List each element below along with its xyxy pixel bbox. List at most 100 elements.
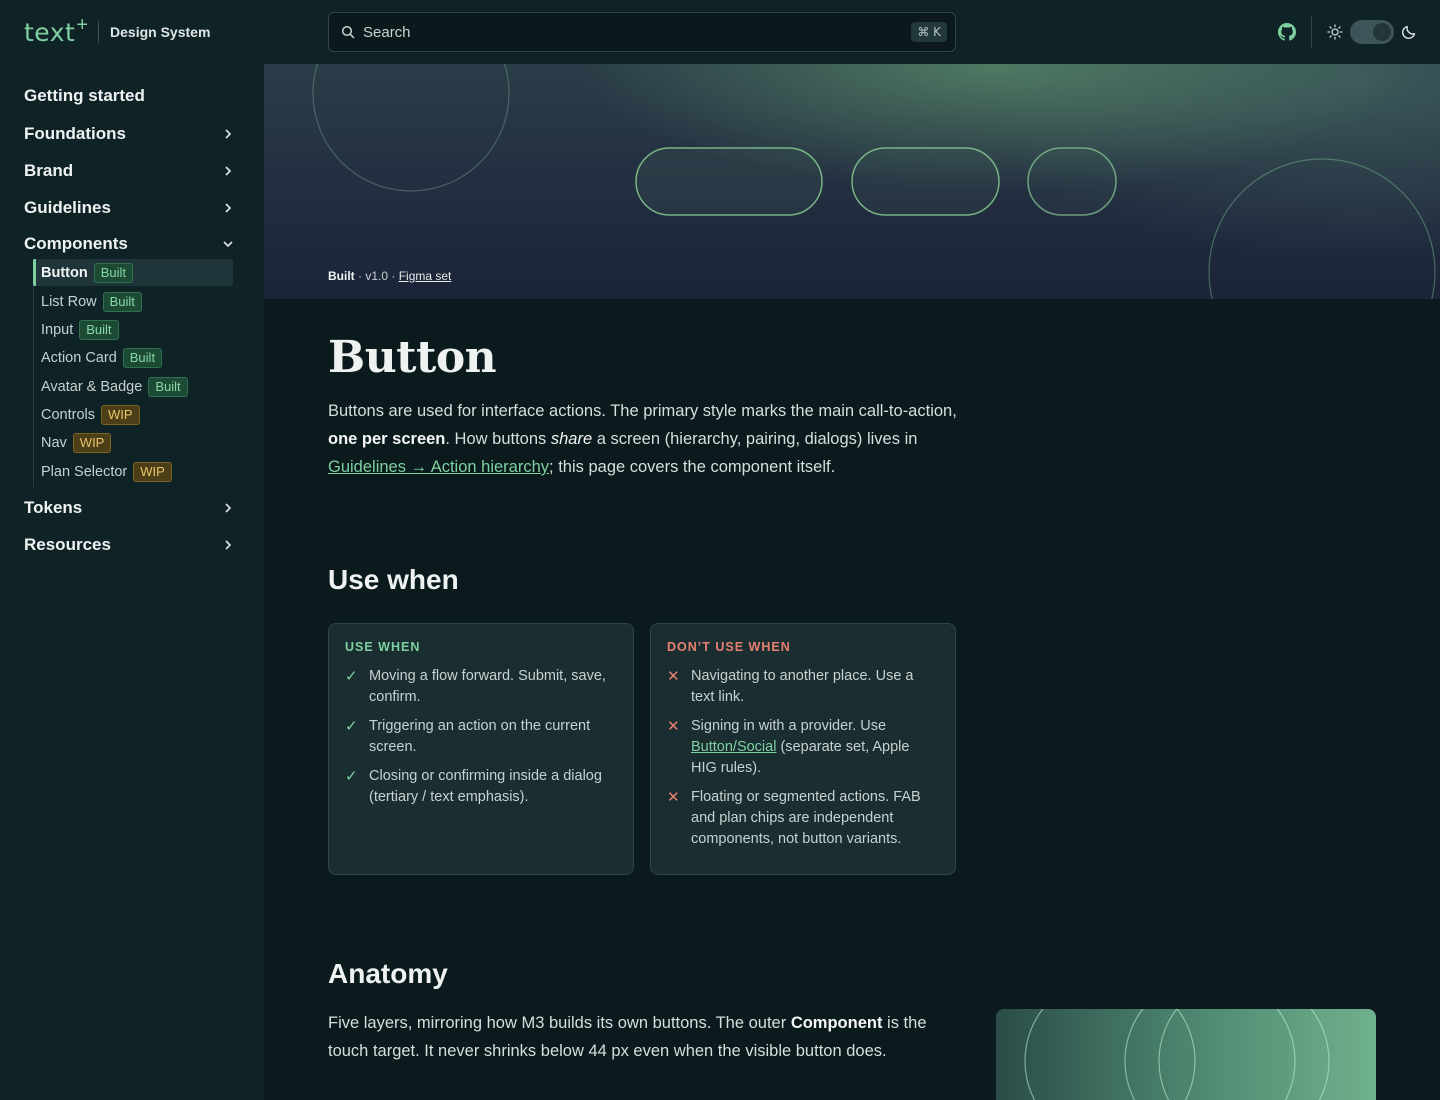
search-icon: [341, 25, 355, 39]
page-title: Button: [328, 332, 497, 383]
github-icon[interactable]: [1276, 20, 1298, 44]
hero-illustration: [312, 64, 1436, 299]
cross-icon: ✕: [667, 668, 680, 685]
list-item-text: Navigating to another place. Use a text …: [691, 668, 914, 705]
intro-text: a screen (hierarchy, pairing, dialogs) l…: [592, 430, 918, 448]
list-item: ✓ Moving a flow forward. Submit, save, c…: [345, 666, 617, 708]
card-heading: DON’T USE WHEN: [667, 640, 791, 654]
logo-subtitle: Design System: [110, 24, 211, 40]
hero-version: v1.0: [365, 269, 389, 283]
sidebar-item-resources[interactable]: Resources: [24, 530, 234, 560]
status-badge: WIP: [101, 404, 140, 425]
anatomy-heading: Anatomy: [328, 958, 448, 989]
sidebar-item-label: Plan Selector: [41, 463, 128, 480]
list-item-text: Triggering an action on the current scre…: [369, 718, 591, 755]
list-item: ✕ Floating or segmented actions. FAB and…: [667, 787, 939, 850]
sidebar-item-tokens[interactable]: Tokens: [24, 493, 234, 523]
status-badge: Built: [93, 262, 133, 283]
search-input[interactable]: [363, 23, 912, 41]
sidebar-item-button[interactable]: Button Built: [33, 259, 233, 286]
theme-toggle-knob: [1373, 23, 1391, 41]
intro-italic: share: [550, 430, 593, 448]
logo-plus: +: [76, 13, 89, 36]
cross-icon: ✕: [667, 789, 680, 806]
status-badge: Built: [148, 376, 188, 397]
sidebar-item-label: Getting started: [24, 86, 145, 105]
hero-banner: Built · v1.0 · Figma set: [264, 64, 1440, 299]
theme-toggle[interactable]: [1350, 20, 1394, 44]
anatomy-text: Five layers, mirroring how M3 builds its…: [328, 1014, 791, 1032]
cross-icon: ✕: [667, 718, 680, 735]
list-item-text: Signing in with a provider. Use Button/S…: [691, 716, 939, 779]
use-when-card: USE WHEN ✓ Moving a flow forward. Submit…: [328, 623, 634, 875]
card-heading: USE WHEN: [345, 640, 421, 654]
hero-separator: ·: [354, 269, 366, 283]
anatomy-illustration: [996, 1009, 1376, 1100]
search-bar[interactable]: ⌘ K: [328, 12, 956, 52]
anatomy-circles: [1024, 1009, 1330, 1100]
sidebar-item-label: Action Card: [41, 349, 117, 366]
logo-text: text: [24, 17, 76, 47]
logo-divider: [98, 21, 100, 43]
sidebar-item-label: Components: [24, 234, 128, 253]
button-social-link[interactable]: Button/Social: [691, 739, 776, 755]
chevron-right-icon: [225, 503, 232, 513]
intro-text: . How buttons: [445, 430, 551, 448]
sidebar-item-nav[interactable]: Nav WIP: [33, 429, 233, 456]
list-item-text: Floating or segmented actions. FAB and p…: [691, 789, 921, 847]
list-item: ✓ Closing or confirming inside a dialog …: [345, 766, 617, 808]
status-badge: WIP: [133, 461, 172, 482]
sidebar-item-action-card[interactable]: Action Card Built: [33, 344, 233, 371]
list-item-text: Moving a flow forward. Submit, save, con…: [369, 668, 606, 705]
top-bar: text + Design System ⌘ K: [0, 0, 1440, 64]
hero-status: Built: [328, 269, 355, 283]
dont-use-when-card: DON’T USE WHEN ✕ Navigating to another p…: [650, 623, 956, 875]
sidebar-item-foundations[interactable]: Foundations: [24, 119, 234, 149]
sidebar-item-avatar-badge[interactable]: Avatar & Badge Built: [33, 373, 233, 400]
status-badge: Built: [122, 347, 163, 368]
chevron-down-icon: [223, 241, 233, 248]
sidebar-item-label: Button: [41, 264, 88, 281]
sidebar-item-label: Guidelines: [24, 198, 111, 217]
status-badge: WIP: [72, 432, 112, 453]
sidebar-item-controls[interactable]: Controls WIP: [33, 401, 233, 428]
anatomy-description: Five layers, mirroring how M3 builds its…: [328, 1009, 958, 1065]
search-shortcut: ⌘ K: [911, 22, 947, 42]
list-item-text-part: Signing in with a provider. Use: [691, 718, 887, 734]
sidebar-item-label: Tokens: [24, 498, 83, 517]
sidebar-item-label: Brand: [24, 161, 74, 180]
figma-set-link[interactable]: Figma set: [399, 269, 452, 283]
list-item: ✕ Navigating to another place. Use a tex…: [667, 666, 939, 708]
sidebar-item-label: Input: [41, 321, 74, 338]
sidebar-item-label: Resources: [24, 535, 111, 554]
chevron-right-icon: [225, 203, 232, 213]
sidebar-item-plan-selector[interactable]: Plan Selector WIP: [33, 458, 233, 485]
list-item: ✕ Signing in with a provider. Use Button…: [667, 716, 939, 779]
sidebar-item-label: Controls: [41, 406, 95, 423]
sidebar-item-components[interactable]: Components: [24, 229, 234, 259]
sidebar-item-input[interactable]: Input Built: [33, 316, 233, 343]
status-badge: Built: [79, 319, 119, 340]
intro-text: ; this page covers the component itself.: [549, 458, 836, 476]
sidebar-item-label: Avatar & Badge: [41, 378, 143, 395]
chevron-right-icon: [225, 129, 232, 139]
sidebar-item-label: Foundations: [24, 124, 126, 143]
check-icon: ✓: [345, 768, 358, 785]
sidebar-item-list-row[interactable]: List Row Built: [33, 288, 233, 315]
header-divider: [1311, 16, 1312, 48]
hero-meta: Built · v1.0 · Figma set: [328, 269, 451, 283]
sidebar-item-guidelines[interactable]: Guidelines: [24, 193, 234, 223]
sidebar-item-getting-started[interactable]: Getting started: [24, 81, 234, 111]
logo[interactable]: text + Design System: [24, 13, 211, 48]
intro-bold: one per screen: [328, 430, 446, 448]
chevron-right-icon: [225, 166, 232, 176]
sun-icon[interactable]: [1327, 24, 1343, 40]
intro-text: Buttons are used for interface actions. …: [328, 402, 957, 420]
action-hierarchy-link[interactable]: Guidelines → Action hierarchy: [328, 458, 549, 476]
moon-icon[interactable]: [1401, 24, 1417, 40]
sidebar-item-brand[interactable]: Brand: [24, 156, 234, 186]
use-when-heading: Use when: [328, 564, 459, 595]
chevron-right-icon: [225, 540, 232, 550]
anatomy-bold: Component: [790, 1014, 883, 1032]
hero-separator: ·: [388, 269, 399, 283]
